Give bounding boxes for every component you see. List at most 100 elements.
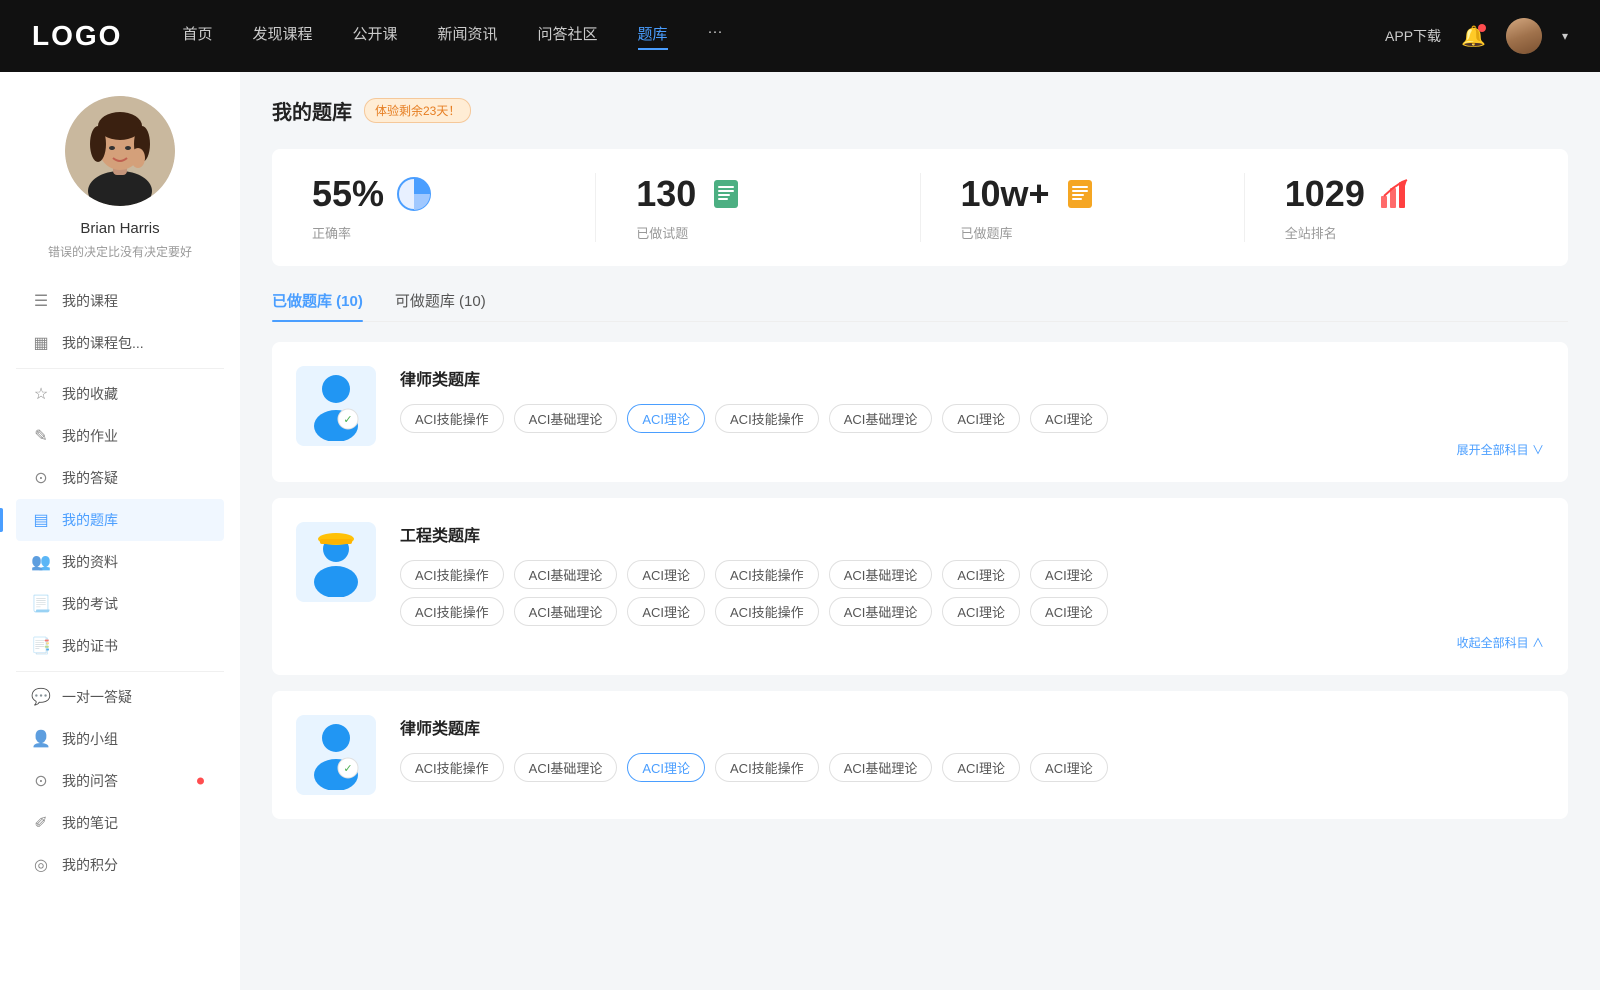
stat-done-q-row: 130 [636,173,744,215]
tag-item[interactable]: ACI理论 [1030,753,1108,782]
tag-item[interactable]: ACI基础理论 [514,404,618,433]
sidebar-item-label: 我的课程包... [62,333,144,353]
tag-item[interactable]: ACI技能操作 [400,597,504,626]
tag-item[interactable]: ACI技能操作 [715,560,819,589]
logo[interactable]: LOGO [32,20,122,52]
tag-item[interactable]: ACI理论 [627,560,705,589]
avatar[interactable] [1506,18,1542,54]
stat-done-b-label: 已做题库 [961,223,1013,242]
myqa-icon: ⊙ [32,772,50,790]
nav-qa[interactable]: 问答社区 [538,23,598,50]
tab-done[interactable]: 已做题库 (10) [272,290,363,321]
tag-item[interactable]: ACI技能操作 [715,404,819,433]
user-motto: 错误的决定比没有决定要好 [28,243,212,260]
sidebar-item-label: 我的收藏 [62,384,118,404]
sidebar-item-points[interactable]: ◎ 我的积分 [16,844,224,886]
tag-item[interactable]: ACI基础理论 [829,404,933,433]
lawyer-icon: ✓ [306,371,366,441]
sidebar-item-course-pkg[interactable]: ▦ 我的课程包... [16,322,224,364]
tag-item[interactable]: ACI理论 [627,597,705,626]
nav-discover[interactable]: 发现课程 [252,23,312,50]
collapse-btn[interactable]: 收起全部科目 ∧ [400,634,1544,651]
group-icon: 👤 [32,730,50,748]
stat-accuracy: 55% 正确率 [272,173,596,242]
stats-row: 55% 正确率 130 [272,149,1568,266]
tab-available[interactable]: 可做题库 (10) [395,290,486,321]
sidebar-item-label: 我的作业 [62,426,118,446]
sidebar-item-exam[interactable]: 📃 我的考试 [16,583,224,625]
exam-icon: 📃 [32,595,50,613]
tag-item-active[interactable]: ACI理论 [627,404,705,433]
nav-news[interactable]: 新闻资讯 [438,23,498,50]
sidebar-item-homework[interactable]: ✎ 我的作业 [16,415,224,457]
tag-item[interactable]: ACI理论 [1030,404,1108,433]
sidebar-item-my-course[interactable]: ☰ 我的课程 [16,280,224,322]
stat-accuracy-number: 55% [312,173,384,215]
main-content: 我的题库 体验剩余23天！ 55% 正确率 [240,72,1600,990]
sidebar-item-cert[interactable]: 📑 我的证书 [16,625,224,667]
sidebar-item-favorites[interactable]: ☆ 我的收藏 [16,373,224,415]
doc-orange-icon [1062,176,1098,212]
navbar: LOGO 首页 发现课程 公开课 新闻资讯 问答社区 题库 ··· APP下载 … [0,0,1600,72]
pie-chart-icon [396,176,432,212]
tag-item-active[interactable]: ACI理论 [627,753,705,782]
qanda-icon: ⊙ [32,469,50,487]
tag-item[interactable]: ACI技能操作 [400,404,504,433]
stat-done-q-label: 已做试题 [636,223,688,242]
stat-done-b-number: 10w+ [961,173,1050,215]
expand-btn[interactable]: 展开全部科目 ∨ [400,441,1544,458]
app-download-btn[interactable]: APP下载 [1385,26,1441,46]
sidebar-item-group[interactable]: 👤 我的小组 [16,718,224,760]
divider [16,368,224,369]
tag-item[interactable]: ACI基础理论 [829,560,933,589]
tag-item[interactable]: ACI基础理论 [829,597,933,626]
stat-rank-row: 1029 [1285,173,1413,215]
tag-item[interactable]: ACI基础理论 [829,753,933,782]
tag-item[interactable]: ACI理论 [942,560,1020,589]
qbank-card-content: 律师类题库 ACI技能操作 ACI基础理论 ACI理论 ACI技能操作 ACI基… [400,366,1544,458]
avatar-chevron-down-icon[interactable]: ▾ [1562,29,1568,43]
qbank-card-engineer: 工程类题库 ACI技能操作 ACI基础理论 ACI理论 ACI技能操作 ACI基… [272,498,1568,675]
nav-opencourse[interactable]: 公开课 [352,23,397,50]
stat-accuracy-label: 正确率 [312,223,351,242]
qa-badge [197,778,204,785]
tag-item[interactable]: ACI理论 [942,597,1020,626]
tag-item[interactable]: ACI基础理论 [514,560,618,589]
stat-rank: 1029 全站排名 [1245,173,1568,242]
stat-done-b-row: 10w+ [961,173,1098,215]
tag-item[interactable]: ACI理论 [942,753,1020,782]
tag-item[interactable]: ACI理论 [942,404,1020,433]
sidebar-item-myqa[interactable]: ⊙ 我的问答 [16,760,224,802]
tabs-row: 已做题库 (10) 可做题库 (10) [272,290,1568,322]
stat-rank-label: 全站排名 [1285,223,1337,242]
engineer-icon [306,527,366,597]
sidebar-item-qanda[interactable]: ⊙ 我的答疑 [16,457,224,499]
sidebar-menu: ☰ 我的课程 ▦ 我的课程包... ☆ 我的收藏 ✎ 我的作业 ⊙ 我的答疑 ▤ [0,280,240,886]
sidebar-item-qbank[interactable]: ▤ 我的题库 [16,499,224,541]
sidebar-item-1on1[interactable]: 💬 一对一答疑 [16,676,224,718]
qbank-title: 律师类题库 [400,366,1544,390]
sidebar-item-label: 我的小组 [62,729,118,749]
lawyer-icon-2: ✓ [306,720,366,790]
tag-item[interactable]: ACI理论 [1030,597,1108,626]
tag-item[interactable]: ACI基础理论 [514,597,618,626]
trial-badge: 体验剩余23天！ [364,98,471,123]
tag-item[interactable]: ACI技能操作 [400,560,504,589]
sidebar-item-notes[interactable]: ✐ 我的笔记 [16,802,224,844]
sidebar-item-label: 我的问答 [62,771,118,791]
nav-home[interactable]: 首页 [182,23,212,50]
tag-item[interactable]: ACI理论 [1030,560,1108,589]
sidebar-item-materials[interactable]: 👥 我的资料 [16,541,224,583]
nav-qbank[interactable]: 题库 [638,23,668,50]
svg-text:✓: ✓ [343,763,352,775]
qbank-title: 工程类题库 [400,522,1544,546]
cert-icon: 📑 [32,637,50,655]
nav-more[interactable]: ··· [708,23,723,50]
tag-item[interactable]: ACI技能操作 [715,597,819,626]
tag-item[interactable]: ACI技能操作 [400,753,504,782]
tag-item[interactable]: ACI技能操作 [715,753,819,782]
notification-bell[interactable]: 🔔 [1461,24,1486,49]
sidebar-item-label: 我的课程 [62,291,118,311]
sidebar-item-label: 一对一答疑 [62,687,132,707]
tag-item[interactable]: ACI基础理论 [514,753,618,782]
